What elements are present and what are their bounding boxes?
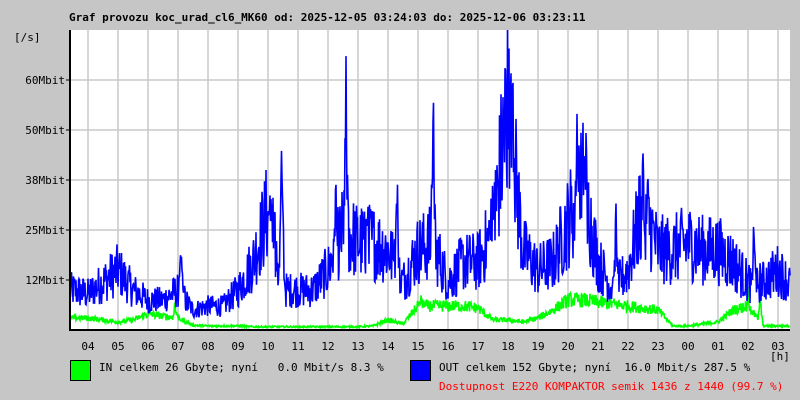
x-tick-label: 07 — [171, 340, 184, 353]
x-tick-label: 01 — [711, 340, 724, 353]
legend-in-text: IN celkem 26 Gbyte; nyní 0.0 Mbit/s 8.3 … — [99, 361, 384, 374]
y-tick-label: 25Mbit — [25, 224, 65, 237]
x-tick-label: 23 — [651, 340, 664, 353]
x-tick-label: 09 — [231, 340, 244, 353]
x-tick-label: 02 — [741, 340, 754, 353]
x-tick-label: 08 — [201, 340, 214, 353]
legend-out-swatch — [410, 360, 431, 381]
availability-text: Dostupnost E220 KOMPAKTOR semik 1436 z 1… — [439, 380, 784, 393]
x-tick-label: 10 — [261, 340, 274, 353]
y-tick-label: 50Mbit — [25, 124, 65, 137]
x-tick-label: 12 — [321, 340, 334, 353]
x-tick-label: 16 — [441, 340, 454, 353]
x-axis-unit: [h] — [770, 350, 790, 363]
y-tick-label: 38Mbit — [25, 174, 65, 187]
x-tick-label: 21 — [591, 340, 604, 353]
x-tick-label: 20 — [561, 340, 574, 353]
y-tick-label: 60Mbit — [25, 74, 65, 87]
x-tick-label: 04 — [81, 340, 95, 353]
x-tick-label: 18 — [501, 340, 514, 353]
x-tick-label: 22 — [621, 340, 634, 353]
traffic-chart: 12Mbit 25Mbit 38Mbit 50Mbit 60Mbit 04 05 06 07 08… — [25, 29, 791, 353]
y-tick-label: 12Mbit — [25, 274, 65, 287]
x-tick-label: 15 — [411, 340, 424, 353]
x-tick-label: 13 — [351, 340, 364, 353]
x-tick-label: 05 — [111, 340, 124, 353]
legend-in-swatch — [70, 360, 91, 381]
x-tick-label: 00 — [681, 340, 694, 353]
legend-out-text: OUT celkem 152 Gbyte; nyní 16.0 Mbit/s 2… — [439, 361, 751, 374]
x-tick-label: 11 — [291, 340, 304, 353]
x-tick-label: 06 — [141, 340, 154, 353]
x-tick-label: 17 — [471, 340, 484, 353]
x-tick-label: 19 — [531, 340, 544, 353]
x-tick-label: 14 — [381, 340, 395, 353]
